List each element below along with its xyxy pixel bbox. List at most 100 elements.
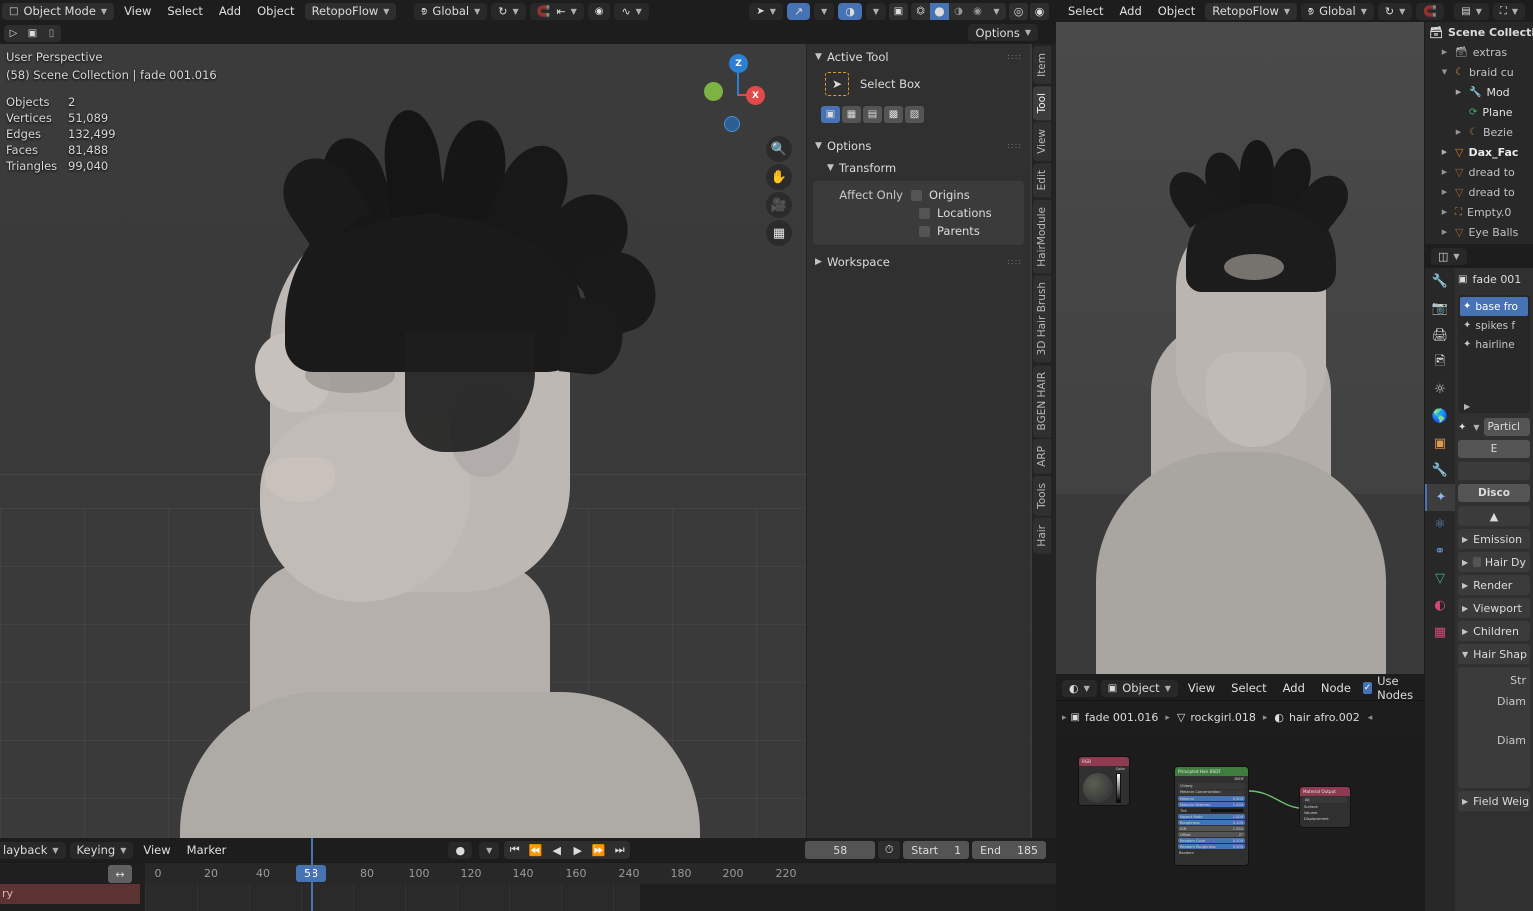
timeline-menu-view[interactable]: View [135,841,178,859]
breadcrumb-object[interactable]: fade 001.016 [1085,711,1158,724]
summary-channel[interactable]: ry [0,884,140,904]
twisty-icon[interactable]: ▶ [1439,48,1450,56]
secondary-3d-viewport[interactable] [1056,22,1424,674]
stopwatch-icon[interactable]: ⏱ [878,841,900,859]
menu-select[interactable]: Select [159,2,210,20]
transform-orientation-selector[interactable]: ⟄ Global▼ [414,3,487,20]
disconnect-hair-button[interactable]: Disco [1458,484,1530,502]
tab-world-icon[interactable]: 🌎 [1425,403,1455,430]
use-nodes-toggle[interactable]: ✓ Use Nodes [1363,674,1424,702]
outliner-item-dread-top-1[interactable]: ▶ ▽ dread to [1425,162,1533,182]
select-invert-icon[interactable]: ▩ [884,106,903,123]
value-slider[interactable] [1116,773,1121,803]
bsdf-field-offset[interactable]: Offset2° [1178,832,1245,837]
affect-only-parents-row[interactable]: Parents [813,222,1024,240]
menu2-add[interactable]: Add [1111,2,1149,20]
twisty-icon[interactable]: ▶ [1439,168,1450,176]
tab-bgen-hair[interactable]: BGEN HAIR [1033,365,1051,437]
panel-field-weights[interactable]: ▶ Field Weig [1458,791,1530,811]
tab-hair[interactable]: Hair [1033,518,1051,554]
play-icon[interactable]: ▶ [567,841,588,859]
twisty-icon[interactable]: ▶ [1439,188,1450,196]
shader-type-selector[interactable]: ▣ Object▼ [1101,680,1178,697]
start-value[interactable]: 1 [954,844,961,857]
twisty-icon[interactable]: ▶ [1439,208,1450,216]
prev-keyframe-icon[interactable]: ⏪ [525,841,546,859]
workspace-section-header[interactable]: ▶ Workspace :::: [807,251,1030,273]
parents-checkbox[interactable] [919,226,930,237]
tab-tool-icon[interactable]: 🔧 [1425,268,1455,295]
zoom-icon[interactable]: 🔍 [766,136,792,162]
panel-hair-dynamics[interactable]: ▶ Hair Dy [1458,552,1530,572]
select-box-mode[interactable]: ▣ [23,25,42,42]
menu2-object[interactable]: Object [1150,2,1203,20]
panel-hair-shape[interactable]: ▼ Hair Shap [1458,644,1530,664]
options-button[interactable]: Options▼ [968,24,1038,41]
twisty-icon[interactable]: ▼ [1439,68,1450,76]
menu-object[interactable]: Object [249,2,302,20]
tab-material-icon[interactable]: ◐ [1425,592,1455,619]
affect-only-origins-row[interactable]: Affect Only Origins [813,186,1024,204]
edit-hair-button[interactable]: E [1458,440,1530,458]
proportional-editing-toggle[interactable]: ◉ [588,3,611,20]
secondary-button[interactable] [1458,462,1530,480]
timeline-menu-marker[interactable]: Marker [179,841,235,859]
frame-range-fields[interactable]: Start 1 [903,841,969,859]
options-section-header[interactable]: ▼ Options :::: [807,135,1030,157]
tab-item[interactable]: Item [1033,46,1051,84]
select-intersect-icon[interactable]: ▨ [905,106,924,123]
gizmo-axis-y[interactable] [704,82,723,101]
origins-checkbox[interactable] [911,190,922,201]
shading-mode-group[interactable]: ⏣ ● ◑ ◉ ▼ [911,3,1006,20]
node-rgb[interactable]: RGB Color [1078,756,1130,806]
outliner-item-eye-balls[interactable]: ▶ ▽ Eye Balls [1425,222,1533,242]
visibility-selector[interactable]: ➤▼ [749,3,783,20]
tab-data-icon[interactable]: ▽ [1425,565,1455,592]
properties-editor-type[interactable]: ◫▼ [1431,248,1467,265]
transform-orientation-selector-2[interactable]: ⟄ Global▼ [1301,3,1374,20]
bsdf-field-melanin[interactable]: Melanin0.900 [1178,796,1245,801]
bsdf-field-roughness[interactable]: Roughness0.100 [1178,820,1245,825]
snapping-toggle[interactable]: 🧲 ⇤▼ [530,3,584,20]
list-expand-icon[interactable]: ▶ [1460,402,1528,411]
shader-editor-type[interactable]: ◐▼ [1062,680,1097,697]
tab-viewlayer-icon[interactable]: 🖻 [1425,349,1455,376]
node-canvas[interactable]: RGB Color Principled Hair BSDF BSDF Chia… [1056,734,1424,911]
auto-keying-toggle[interactable]: ● [448,842,472,859]
shading-material[interactable]: ◑ [949,3,968,20]
tab-constraint-icon[interactable]: ⚭ [1425,538,1455,565]
gizmo-axis-x[interactable]: X [746,86,765,105]
end-value[interactable]: 185 [1017,844,1038,857]
keyframe-region[interactable] [145,884,640,911]
shading-options[interactable]: ▼ [987,3,1006,20]
particle-item-base-fro[interactable]: ✦ base fro [1460,297,1528,316]
tab-physics-icon[interactable]: ⚛ [1425,511,1455,538]
select-subtract-icon[interactable]: ▤ [863,106,882,123]
current-frame-field[interactable]: 58 [805,841,875,859]
breadcrumb-material[interactable]: hair afro.002 [1289,711,1360,724]
shader-menu-select[interactable]: Select [1223,679,1274,697]
shading-selector-2[interactable]: ⛶▼ [1493,3,1525,20]
shading-wireframe[interactable]: ⏣ [911,3,930,20]
auto-keying-options[interactable]: ▼ [479,842,499,859]
bsdf-field-random-color[interactable]: Random Color0.200 [1178,838,1245,843]
panel-viewport[interactable]: ▶ Viewport [1458,598,1530,618]
shader-menu-node[interactable]: Node [1313,679,1359,697]
show-overlays-toggle[interactable]: ◑ [838,3,862,20]
shader-menu-view[interactable]: View [1180,679,1223,697]
viewport-render-b[interactable]: ◉ [1030,3,1049,20]
affect-only-locations-row[interactable]: Locations [813,204,1024,222]
tab-view[interactable]: View [1033,122,1051,161]
editor-type-selector[interactable]: ▤▼ [1454,3,1489,20]
output-target-select[interactable]: All [1303,797,1347,803]
hand-icon[interactable]: ✋ [766,164,792,190]
bsdf-color-param-select[interactable]: Melanin Concentration [1178,790,1245,796]
particle-system-list[interactable]: ✦ base fro ✦ spikes f ✦ hairline ▶ [1458,295,1530,413]
tab-texture-icon[interactable]: ▦ [1425,619,1455,646]
active-tool-section-header[interactable]: ▼ Active Tool :::: [807,46,1030,68]
resize-handle-icon[interactable]: ↔ [108,865,132,883]
grid-icon[interactable]: ▦ [766,220,792,246]
particle-settings-datablock[interactable]: ✦ ▼ Particl [1458,418,1530,436]
outliner[interactable]: 🗃 Scene Collection ▶ 🗃 extras ▼ ☾ braid … [1425,22,1533,244]
tab-arp[interactable]: ARP [1033,439,1051,474]
